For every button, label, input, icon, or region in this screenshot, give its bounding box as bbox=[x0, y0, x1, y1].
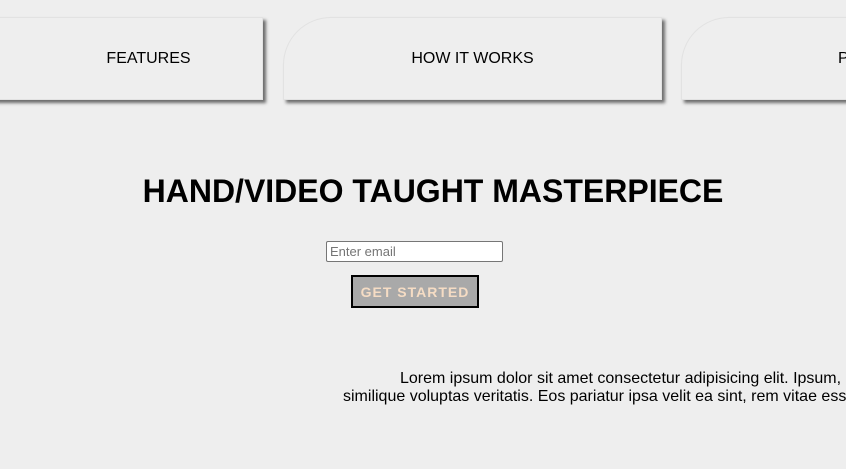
nav-tab-how-it-works-label: HOW IT WORKS bbox=[411, 49, 534, 67]
description-text: Lorem ipsum dolor sit amet consectetur a… bbox=[100, 370, 846, 406]
nav-tab-how-it-works[interactable]: HOW IT WORKS bbox=[283, 17, 662, 100]
nav-tab-third[interactable]: P bbox=[681, 17, 846, 100]
get-started-button[interactable]: GET STARTED bbox=[351, 275, 479, 308]
description-line-2: similique voluptas veritatis. Eos pariat… bbox=[343, 388, 846, 405]
email-input[interactable] bbox=[326, 241, 503, 262]
nav-tab-features[interactable]: FEATURES bbox=[0, 17, 263, 100]
nav-tab-third-label: P bbox=[838, 49, 846, 67]
description-line-1: Lorem ipsum dolor sit amet consectetur a… bbox=[400, 370, 846, 387]
nav-tab-features-label: FEATURES bbox=[106, 49, 191, 67]
page: FEATURES HOW IT WORKS P HAND/VIDEO TAUGH… bbox=[0, 0, 846, 469]
hero-title: HAND/VIDEO TAUGHT MASTERPIECE bbox=[142, 173, 724, 209]
